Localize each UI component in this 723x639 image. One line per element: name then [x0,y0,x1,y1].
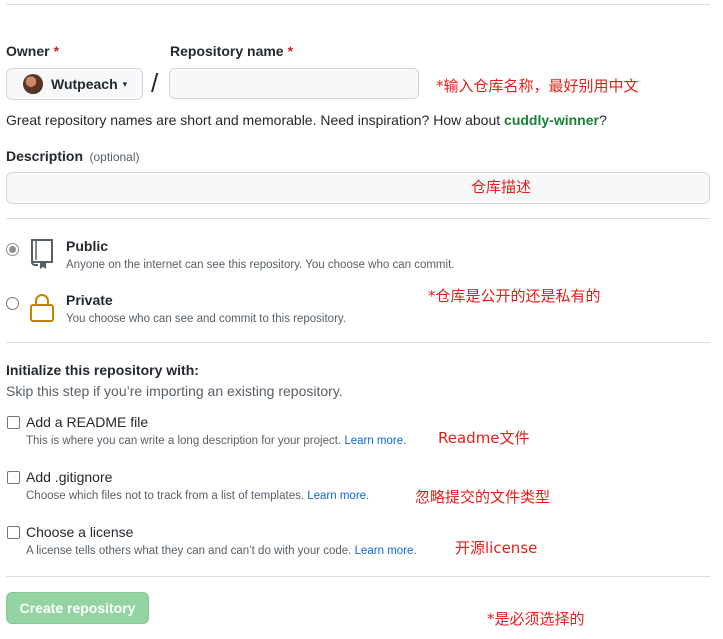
chevron-down-icon: ▾ [122,78,128,89]
learn-more-link[interactable]: Learn more. [344,435,406,447]
private-title: Private [66,292,113,308]
required-asterisk: * [287,43,294,59]
gitignore-checkbox[interactable] [7,471,20,484]
readme-title: Add a README file [26,414,149,430]
owner-label: Owner * [6,43,60,59]
lock-icon [29,292,55,329]
repo-icon [29,238,55,275]
annotation-required: *是必须选择的 [487,610,585,628]
private-description: You choose who can see and commit to thi… [66,313,346,325]
annotation-license: 开源license [455,539,538,557]
owner-dropdown[interactable]: Wutpeach ▾ [6,68,143,100]
init-heading: Initialize this repository with: [6,362,199,378]
name-hint: Great repository names are short and mem… [6,112,607,128]
license-checkbox[interactable] [7,526,20,539]
avatar [23,74,43,94]
repo-name-label: Repository name * [170,43,294,59]
public-radio[interactable] [6,243,19,256]
readme-description: This is where you can write a long descr… [26,435,407,447]
init-subheading: Skip this step if you’re importing an ex… [6,383,343,399]
divider [6,576,710,577]
description-label: Description (optional) [6,148,140,164]
divider [6,342,710,343]
path-separator: / [151,68,159,98]
gitignore-title: Add .gitignore [26,469,113,485]
public-title: Public [66,238,109,254]
public-description: Anyone on the internet can see this repo… [66,259,455,271]
top-divider [6,4,710,5]
annotation-repo-name: *输入仓库名称，最好别用中文 [436,77,639,95]
description-input[interactable] [6,172,710,204]
annotation-readme: Readme文件 [438,429,530,447]
owner-name: Wutpeach [51,76,118,92]
optional-tag: (optional) [89,150,140,164]
gitignore-description: Choose which files not to track from a l… [26,490,370,502]
private-radio[interactable] [6,297,19,310]
learn-more-link[interactable]: Learn more. [355,545,417,557]
annotation-description: 仓库描述 [471,178,532,196]
license-title: Choose a license [26,524,134,540]
repo-name-input[interactable] [169,68,419,99]
name-suggestion[interactable]: cuddly-winner [504,112,599,128]
learn-more-link[interactable]: Learn more. [307,490,369,502]
create-repository-button[interactable]: Create repository [6,592,149,624]
license-description: A license tells others what they can and… [26,545,417,557]
required-asterisk: * [53,43,60,59]
annotation-visibility: *仓库是公开的还是私有的 [428,287,601,305]
annotation-gitignore: 忽略提交的文件类型 [415,488,551,506]
divider [6,218,710,219]
readme-checkbox[interactable] [7,416,20,429]
